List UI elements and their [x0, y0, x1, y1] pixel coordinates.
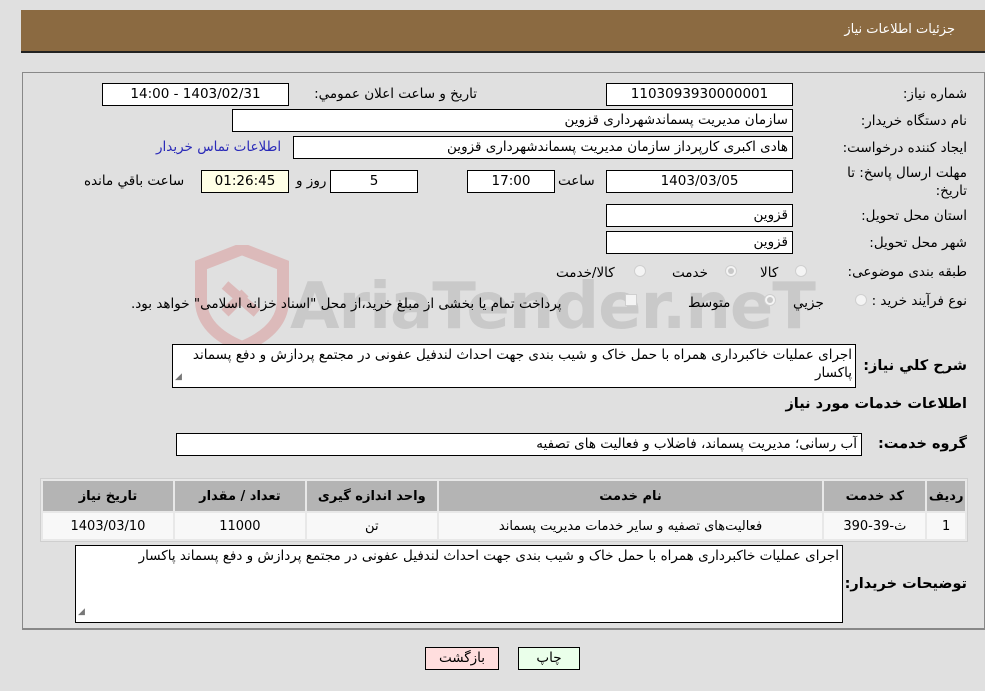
province-label: استان محل تحویل: [861, 208, 967, 224]
province-field[interactable]: قزوین [606, 204, 793, 227]
table-header-row: ردیف کد خدمت نام خدمت واحد اندازه گیری ت… [43, 481, 965, 511]
category-radio-service[interactable] [725, 265, 737, 277]
days-remaining-field[interactable]: 5 [330, 170, 418, 193]
creator-field[interactable]: هادی اکبری کارپرداز سازمان مدیریت پسماند… [293, 136, 793, 159]
buyer-notes-textarea[interactable]: اجرای عملیات خاکبرداری همراه با حمل خاک … [75, 545, 843, 623]
col-service-name: نام خدمت [438, 481, 823, 511]
purchase-radio-minor[interactable] [855, 294, 867, 306]
cell-row-number: 1 [927, 513, 965, 539]
buyer-notes-text: اجرای عملیات خاکبرداری همراه با حمل خاک … [138, 548, 839, 564]
treasury-checkbox[interactable] [625, 294, 637, 306]
time-remaining-field: 01:26:45 [201, 170, 289, 193]
announce-label: تاریخ و ساعت اعلان عمومي: [314, 86, 477, 102]
buyer-org-field[interactable]: سازمان مدیریت پسماندشهرداری قزوین [232, 109, 793, 132]
service-group-label: گروه خدمت: [877, 436, 967, 452]
cell-service-code: ث-39-390 [824, 513, 926, 539]
col-service-code: کد خدمت [824, 481, 926, 511]
time-remaining-label: ساعت باقي مانده [84, 173, 185, 189]
need-number-field[interactable]: 1103093930000001 [606, 83, 793, 106]
category-radio-goods[interactable] [795, 265, 807, 277]
col-row-number: ردیف [927, 481, 965, 511]
cell-service-name: فعالیت‌های تصفیه و سایر خدمات مدیریت پسم… [438, 513, 823, 539]
back-button[interactable]: بازگشت [425, 647, 499, 670]
print-button[interactable]: چاپ [518, 647, 580, 670]
deadline-label: مهلت ارسال پاسخ: تا [847, 165, 967, 181]
services-section-title: اطلاعات خدمات مورد نیاز [785, 396, 967, 412]
resize-grip-icon[interactable]: ◢ [175, 368, 182, 386]
buyer-org-label: نام دستگاه خریدار: [860, 113, 967, 129]
cell-need-date: 1403/03/10 [43, 513, 173, 539]
col-need-date: تاریخ نیاز [43, 481, 173, 511]
deadline-time-field[interactable]: 17:00 [467, 170, 555, 193]
service-group-field[interactable]: آب رسانی؛ مدیریت پسماند، فاضلاب و فعالیت… [176, 433, 862, 456]
announce-field[interactable]: 1403/02/31 - 14:00 [102, 83, 289, 106]
description-label: شرح کلي نیاز: [863, 358, 967, 374]
category-option-service: خدمت [672, 265, 708, 281]
category-option-goods-service: کالا/خدمت [556, 265, 615, 281]
purchase-radio-medium[interactable] [764, 294, 776, 306]
creator-label: ایجاد کننده درخواست: [842, 140, 967, 156]
services-table: ردیف کد خدمت نام خدمت واحد اندازه گیری ت… [40, 478, 968, 542]
purchase-option-medium: متوسط [688, 295, 731, 311]
city-field[interactable]: قزوین [606, 231, 793, 254]
buyer-contact-link[interactable]: اطلاعات تماس خریدار [156, 139, 281, 155]
buyer-notes-label: توضیحات خریدار: [844, 576, 967, 592]
col-quantity: تعداد / مقدار [174, 481, 305, 511]
col-unit: واحد اندازه گیری [306, 481, 437, 511]
description-text: اجرای عملیات خاکبرداری همراه با حمل خاک … [192, 347, 852, 381]
deadline-time-label: ساعت [558, 173, 595, 189]
days-label: روز و [296, 173, 327, 189]
need-number-label: شماره نیاز: [902, 86, 967, 102]
treasury-note: پرداخت تمام یا بخشی از مبلغ خرید،از محل … [131, 296, 562, 312]
table-row: 1 ث-39-390 فعالیت‌های تصفیه و سایر خدمات… [43, 513, 965, 539]
category-radio-goods-service[interactable] [634, 265, 646, 277]
purchase-type-label: نوع فرآیند خرید : [871, 293, 967, 309]
city-label: شهر محل تحویل: [869, 235, 967, 251]
cell-quantity: 11000 [174, 513, 305, 539]
description-textarea[interactable]: اجرای عملیات خاکبرداری همراه با حمل خاک … [172, 344, 856, 388]
deadline-label-date: تاریخ: [935, 183, 967, 199]
page-header: جزئیات اطلاعات نیاز [21, 10, 985, 53]
category-label: طبقه بندی موضوعی: [847, 264, 967, 280]
resize-grip-icon[interactable]: ◢ [78, 603, 85, 621]
cell-unit: تن [306, 513, 437, 539]
purchase-option-minor: جزیي [793, 295, 824, 311]
page-title: جزئیات اطلاعات نیاز [844, 22, 955, 37]
category-option-goods: کالا [760, 265, 779, 281]
deadline-date-field[interactable]: 1403/03/05 [606, 170, 793, 193]
